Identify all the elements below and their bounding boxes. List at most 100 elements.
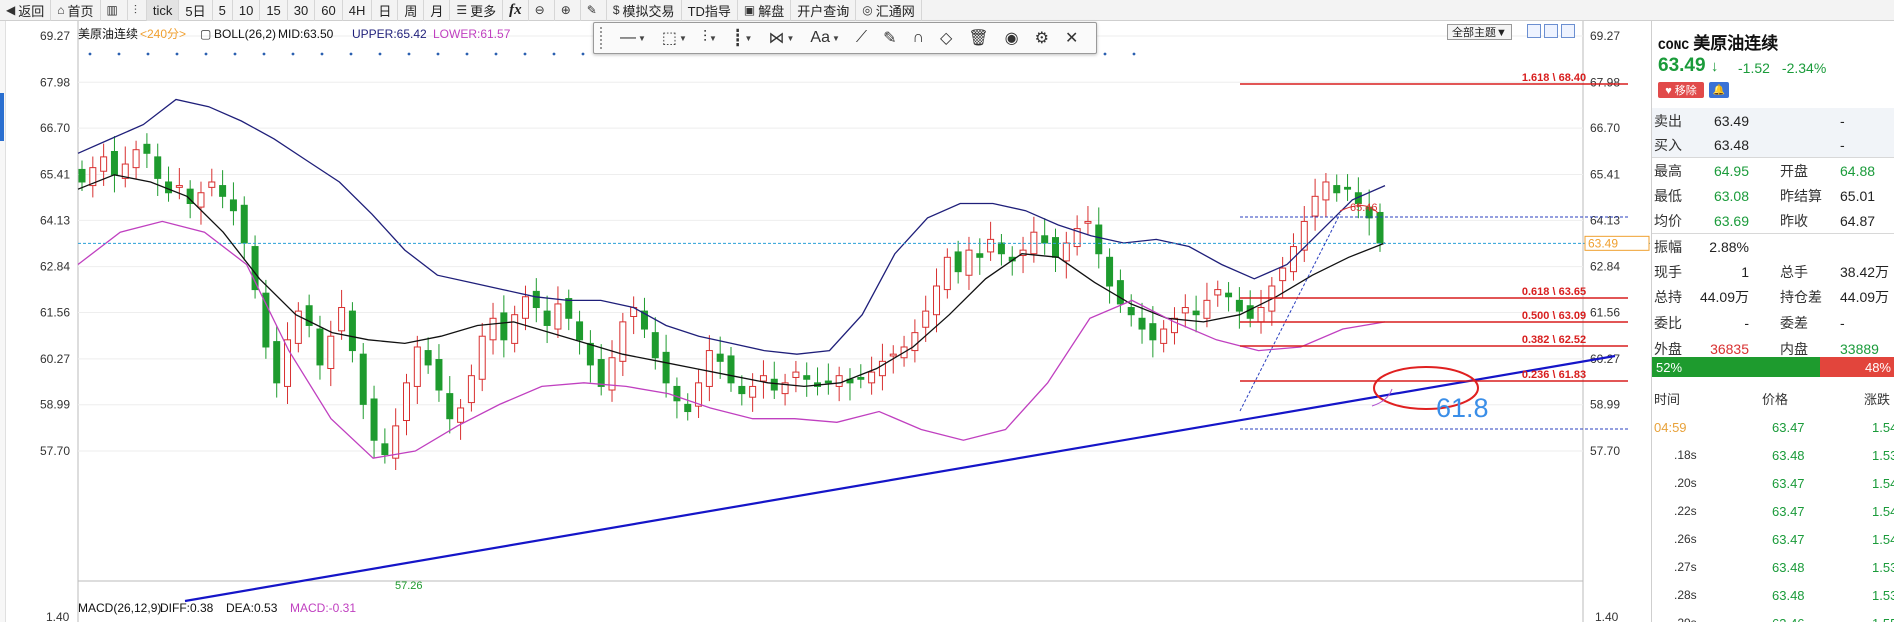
toolbar-item-7[interactable]: 10 bbox=[233, 0, 261, 21]
tick-row[interactable]: .22s 63.47 1.54↓ bbox=[1652, 497, 1894, 525]
price-change: -1.52 -2.34% bbox=[1738, 60, 1838, 76]
tick-row[interactable]: .27s 63.48 1.53↓ bbox=[1652, 553, 1894, 581]
candle-up bbox=[413, 346, 421, 387]
pattern-tool-icon[interactable]: ⋈ ▼ bbox=[768, 28, 794, 48]
toolbar-item-24[interactable]: ◎ 汇通网 bbox=[856, 0, 922, 21]
toolbar-item-6[interactable]: 5 bbox=[213, 0, 233, 21]
candle-down bbox=[165, 181, 173, 194]
quote-value: 63.49 bbox=[1713, 112, 1749, 129]
layout-quad-icon[interactable] bbox=[1561, 24, 1575, 38]
tick-time: .28s bbox=[1674, 588, 1697, 602]
drag-handle[interactable] bbox=[600, 27, 604, 49]
close-icon[interactable]: ✕ bbox=[1065, 28, 1078, 48]
toolbar-item-4[interactable]: tick bbox=[146, 0, 180, 21]
quote-value-2: 44.09万 bbox=[1840, 288, 1890, 305]
kline-chart[interactable]: 69.27 69.27 67.98 67.98 66.70 66.70 65.41 65.41… bbox=[0, 21, 1651, 622]
quote-value-2: 38.42万 bbox=[1840, 263, 1890, 280]
toolbar-item-9[interactable]: 30 bbox=[288, 0, 316, 21]
toolbar-item-8[interactable]: 15 bbox=[260, 0, 288, 21]
channel-tool-icon[interactable]: ⫶ ▼ bbox=[703, 29, 717, 47]
toolbar-item-label: 首页 bbox=[67, 3, 94, 19]
candlesticks bbox=[78, 133, 1384, 471]
tick-row[interactable]: .29s 63.46 1.55↓ bbox=[1652, 609, 1894, 622]
pencil-icon[interactable]: ✎ bbox=[883, 28, 896, 48]
tick-header-time: 时间 bbox=[1654, 392, 1681, 407]
toolbar-item-23[interactable]: 开户查询 bbox=[791, 0, 857, 21]
theme-select-button[interactable]: 全部主题▼ bbox=[1447, 24, 1512, 40]
tick-row[interactable]: .26s 63.47 1.54↓ bbox=[1652, 525, 1894, 553]
eye-icon[interactable]: ◉ bbox=[1005, 28, 1019, 48]
candle-up bbox=[457, 407, 465, 423]
toolbar-item-20[interactable]: $ 模拟交易 bbox=[607, 0, 682, 21]
down-arrow-icon: ↓ bbox=[1710, 58, 1719, 75]
remove-watchlist-button[interactable]: ♥ 移除 bbox=[1658, 82, 1704, 98]
gear-icon-glyph: ⚙ bbox=[1034, 30, 1049, 47]
tick-row[interactable]: .18s 63.48 1.53↓ bbox=[1652, 441, 1894, 469]
toolbar-item-17[interactable]: ⊖ bbox=[529, 0, 555, 21]
marker-dot bbox=[436, 52, 440, 56]
chevron-down-icon: ▼ bbox=[708, 33, 717, 43]
toolbar-item-10[interactable]: 60 bbox=[315, 0, 343, 21]
tick-time: .29s bbox=[1674, 616, 1697, 622]
candle-down bbox=[1192, 310, 1200, 316]
zoom-out-icon: ⊖ bbox=[534, 3, 545, 17]
toolbar-item-11[interactable]: 4H bbox=[343, 0, 373, 21]
toolbar-item-5[interactable]: 5日 bbox=[179, 0, 213, 21]
magnet-icon-glyph: ∩ bbox=[912, 29, 925, 46]
magnet-icon[interactable]: ∩ bbox=[913, 29, 925, 47]
instrument-title: CONC 美原油连续 bbox=[1658, 29, 1778, 54]
toolbar-item-2[interactable]: ▥ bbox=[101, 0, 128, 21]
alert-bell-icon[interactable]: 🔔 bbox=[1709, 82, 1729, 98]
toolbar-item-1[interactable]: ⌂ 首页 bbox=[51, 0, 101, 21]
rect-tool-icon-glyph: ⬚ bbox=[661, 30, 678, 47]
candle-down bbox=[597, 359, 605, 387]
fibonacci-tool-icon[interactable]: ┋ ▼ bbox=[733, 28, 753, 48]
legend-period: <240分> bbox=[140, 27, 186, 41]
toolbar-item-12[interactable]: 日 bbox=[372, 0, 399, 21]
fibonacci-levels[interactable]: 1.618 \ 68.40 0.618 \ 63.65 0.500 \ 63.09 0… bbox=[1240, 72, 1628, 430]
ruler-icon[interactable]: ⟋ bbox=[856, 29, 867, 47]
tick-price: 63.46 bbox=[1772, 616, 1805, 622]
candle-up bbox=[835, 375, 843, 387]
quote-row: 最低 63.08 昨结算 65.01 bbox=[1652, 183, 1894, 208]
candle-up bbox=[943, 256, 951, 291]
drawing-toolbar: — ▼ ⬚ ▼ ⫶ ▼ ┋ ▼ ⋈ ▼ Aa ▼ ⟋ ✎ ∩ ◇ 🗑 ◉ ⚙ ✕ bbox=[593, 22, 1097, 54]
toolbar-item-14[interactable]: 月 bbox=[424, 0, 451, 21]
tick-row[interactable]: .20s 63.47 1.54↓ bbox=[1652, 469, 1894, 497]
toolbar-item-0[interactable]: ◀ 返回 bbox=[0, 0, 52, 21]
bar-chart-icon: ▥ bbox=[106, 3, 118, 17]
candle-up bbox=[489, 317, 497, 341]
toolbar-item-19[interactable]: ✎ bbox=[581, 0, 607, 21]
candle-down bbox=[662, 351, 670, 384]
eraser-icon[interactable]: ◇ bbox=[940, 28, 952, 48]
toolbar-item-label: 解盘 bbox=[758, 3, 785, 19]
line-tool-icon[interactable]: — ▼ bbox=[620, 29, 646, 47]
candle-up bbox=[868, 371, 876, 384]
gear-icon[interactable]: ⚙ bbox=[1035, 28, 1049, 48]
tick-row[interactable]: .28s 63.48 1.53↓ bbox=[1652, 581, 1894, 609]
candle-down bbox=[954, 251, 962, 273]
candle-down bbox=[1106, 256, 1114, 287]
rect-tool-icon[interactable]: ⬚ ▼ bbox=[662, 28, 687, 48]
candle-down bbox=[359, 353, 367, 405]
toolbar-item-18[interactable]: ⊕ bbox=[555, 0, 581, 21]
candle-up bbox=[987, 238, 995, 253]
toolbar-item-22[interactable]: ▣ 解盘 bbox=[738, 0, 792, 21]
layout-split-icon[interactable] bbox=[1544, 24, 1558, 38]
trash-icon[interactable]: 🗑 bbox=[968, 28, 988, 48]
text-tool-icon[interactable]: Aa ▼ bbox=[810, 29, 840, 47]
toolbar-item-16[interactable]: fx bbox=[503, 0, 529, 21]
candle-down bbox=[219, 185, 227, 197]
y-tick-label-left: 58.99 bbox=[40, 398, 70, 412]
marker-dot bbox=[378, 52, 382, 56]
boll-upper-line bbox=[77, 98, 1386, 355]
toolbar-item-15[interactable]: ☰ 更多 bbox=[450, 0, 504, 21]
tick-row[interactable]: 04:59 63.47 1.54↓ bbox=[1652, 413, 1894, 441]
toolbar-item-21[interactable]: TD指导 bbox=[682, 0, 738, 21]
toolbar-item-3[interactable]: ⫶ bbox=[128, 0, 147, 21]
text-tool-icon-glyph: Aa bbox=[810, 29, 830, 46]
toolbar-item-13[interactable]: 周 bbox=[398, 0, 425, 21]
tick-price: 63.47 bbox=[1772, 420, 1805, 435]
toolbar-item-label: 4H bbox=[348, 2, 366, 18]
layout-grid-icon[interactable] bbox=[1527, 24, 1541, 38]
